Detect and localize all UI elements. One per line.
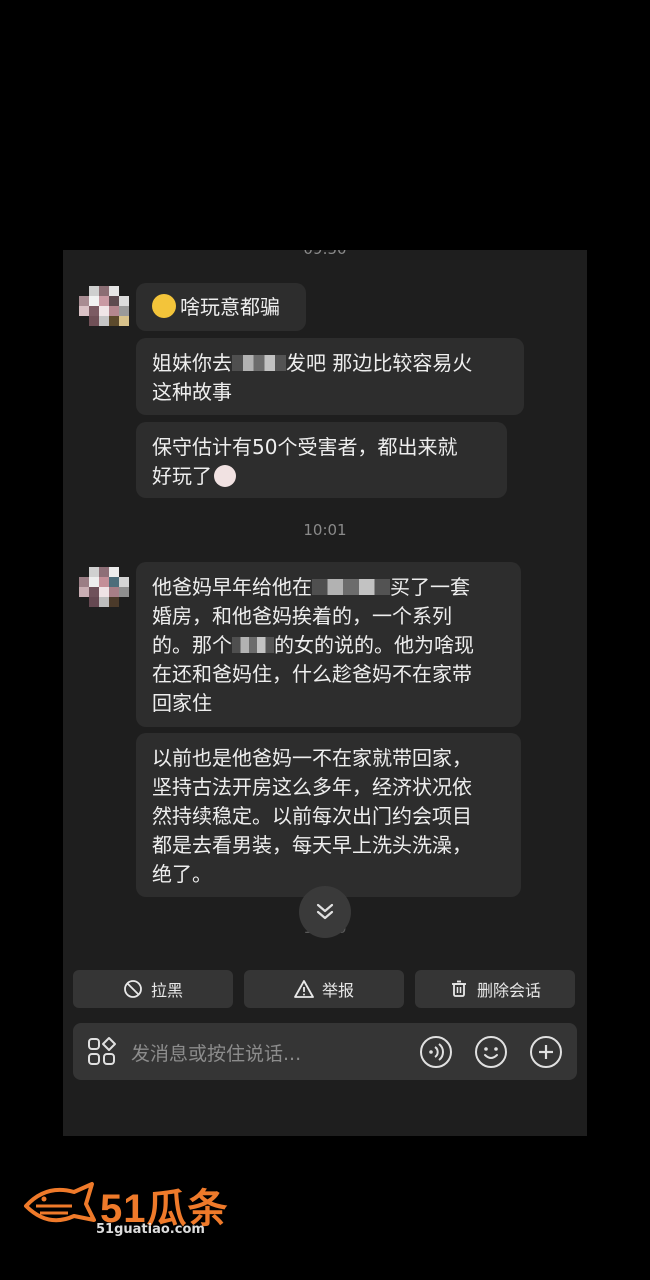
timestamp: 10:01 (303, 521, 347, 539)
message-text: 的女的说的。他为啥现 (274, 633, 474, 657)
delete-conversation-label: 删除会话 (476, 981, 541, 1000)
redacted-text (232, 637, 274, 653)
message-text: 以前也是他爸妈一不在家就带回家， (152, 746, 472, 770)
message-input[interactable]: 发消息或按住说话... (131, 1039, 301, 1066)
plus-icon[interactable] (529, 1035, 563, 1069)
watermark-url: 51guatiao.com (96, 1222, 205, 1237)
message-text: 的。那个 (152, 633, 232, 657)
timestamp: 09:50 (63, 250, 587, 258)
message-bubble[interactable]: 啥玩意都骗 (136, 283, 306, 331)
apps-grid-icon[interactable] (85, 1035, 119, 1069)
trash-icon (451, 980, 466, 997)
message-text: 发吧 那边比较容易火 (286, 351, 473, 375)
voice-icon[interactable] (419, 1035, 453, 1069)
delete-conversation-button[interactable]: 删除会话 (415, 970, 575, 1008)
message-text: 买了一套 (390, 575, 470, 599)
message-text: 他爸妈早年给他在 (152, 575, 312, 599)
fish-logo-icon (24, 1182, 96, 1223)
avatar[interactable] (79, 563, 131, 615)
watermark-logo: 51瓜条 51guatiao.com (22, 1176, 232, 1242)
laughing-crying-emoji-icon (152, 294, 176, 318)
message-bubble[interactable]: 他爸妈早年给他在 买了一套 婚房，和他爸妈挨着的，一个系列 的。那个 的女的说的。他… (136, 562, 521, 727)
block-button[interactable]: 拉黑 (73, 970, 233, 1008)
avatar[interactable] (79, 282, 131, 334)
block-icon (124, 980, 142, 998)
redacted-text (232, 355, 286, 371)
message-text: 回家住 (152, 691, 212, 715)
message-text: 绝了。 (152, 862, 212, 886)
warning-icon (294, 980, 314, 998)
message-input-bar[interactable]: 发消息或按住说话... (73, 1023, 577, 1080)
redacted-text (312, 579, 390, 595)
message-bubble[interactable]: 姐妹你去 发吧 那边比较容易火 这种故事 (136, 338, 524, 415)
message-text: 好玩了 (152, 464, 212, 488)
chevron-double-down-icon (316, 903, 334, 920)
message-text: 都是去看男装，每天早上洗头洗澡， (152, 833, 472, 857)
message-text: 坚持古法开房这么多年，经济状况依 (152, 775, 472, 799)
message-text: 这种故事 (152, 380, 232, 404)
message-text: 保守估计有50个受害者，都出来就 (152, 435, 458, 459)
cat-emoji-icon (214, 465, 236, 487)
message-text: 啥玩意都骗 (180, 295, 280, 319)
report-button[interactable]: 举报 (244, 970, 404, 1008)
message-text: 婚房，和他爸妈挨着的，一个系列 (152, 604, 452, 628)
message-text: 姐妹你去 (152, 351, 232, 375)
report-label: 举报 (321, 981, 354, 1000)
message-text: 然持续稳定。以前每次出门约会项目 (152, 804, 472, 828)
message-bubble[interactable]: 以前也是他爸妈一不在家就带回家， 坚持古法开房这么多年，经济状况依 然持续稳定。… (136, 733, 521, 897)
chat-screen: 09:50 啥玩意都骗 姐妹你去 发吧 那边比较容易火 这种故事 保守估计有50个… (63, 250, 587, 1136)
message-text: 在还和爸妈住，什么趁爸妈不在家带 (152, 662, 472, 686)
scroll-to-bottom-button[interactable] (299, 886, 351, 938)
block-label: 拉黑 (150, 981, 183, 1000)
message-bubble[interactable]: 保守估计有50个受害者，都出来就 好玩了 (136, 422, 507, 498)
emoji-icon[interactable] (474, 1035, 508, 1069)
